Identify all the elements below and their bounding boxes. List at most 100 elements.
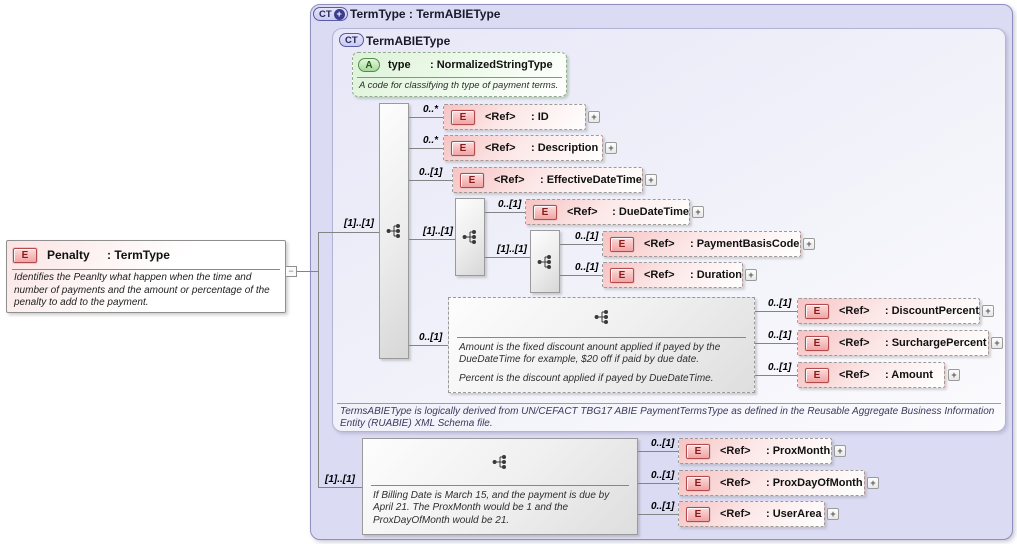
connector-line: [318, 487, 362, 488]
element-badge-icon: E: [805, 367, 829, 383]
prox-doc: If Billing Date is March 15, and the pay…: [373, 489, 610, 527]
element-ref-surchargepercent[interactable]: E <Ref> : SurchargePercent: [797, 330, 989, 356]
sequence-icon: [386, 224, 400, 238]
connector-line: [409, 345, 448, 346]
expand-button[interactable]: +: [867, 477, 879, 489]
element-ref-label: <Ref>: [720, 445, 751, 457]
element-badge-icon: E: [610, 267, 634, 283]
cardinality-label: 0..*: [423, 104, 439, 115]
connector-line: [560, 275, 602, 276]
connector-line: [755, 311, 797, 312]
discount-sequence-group[interactable]: Amount is the fixed discount anount appl…: [448, 297, 755, 393]
cardinality-label: 0..[1]: [768, 362, 792, 373]
ct-badge[interactable]: CT: [339, 33, 364, 47]
element-badge-icon: E: [610, 236, 634, 252]
outer-title: TermType : TermABIEType: [350, 7, 501, 21]
expand-button[interactable]: +: [803, 238, 815, 250]
connector-line: [755, 343, 797, 344]
discount-doc-line2: Percent is the discount applied if payed…: [459, 373, 714, 385]
cardinality-label: 0..[1]: [651, 501, 675, 512]
connector-line: [560, 244, 602, 245]
element-badge-icon: E: [805, 303, 829, 319]
connector-line: [485, 212, 525, 213]
penalty-type: : TermType: [107, 248, 170, 262]
element-ref-label: <Ref>: [839, 337, 870, 349]
element-badge-icon: E: [451, 140, 475, 156]
expand-button[interactable]: +: [827, 508, 839, 520]
schema-diagram: CT + TermType : TermABIEType CT TermABIE…: [0, 0, 1017, 544]
element-badge-icon: E: [460, 172, 484, 188]
expand-button[interactable]: +: [605, 142, 617, 154]
cardinality-label: 0..[1]: [498, 199, 522, 210]
element-ref-duedatetime[interactable]: E <Ref> : DueDateTime: [525, 199, 690, 225]
element-badge-icon: E: [686, 443, 710, 459]
expand-button[interactable]: +: [948, 369, 960, 381]
cardinality-label: [1]..[1]: [497, 244, 527, 255]
expand-button[interactable]: +: [645, 174, 657, 186]
ct-plus-badge[interactable]: CT +: [313, 7, 348, 21]
cardinality-label: [1]..[1]: [344, 218, 374, 229]
element-ref-userarea[interactable]: E <Ref> : UserArea: [678, 501, 825, 527]
element-penalty-box[interactable]: E Penalty : TermType Identifies the Pean…: [6, 240, 286, 313]
element-ref-discountpercent[interactable]: E <Ref> : DiscountPercent: [797, 298, 980, 324]
cardinality-label: 0..[1]: [651, 438, 675, 449]
sequence-compositor[interactable]: [379, 103, 409, 359]
sequence-compositor[interactable]: [455, 198, 485, 276]
element-type: : Description: [531, 142, 599, 154]
element-badge-icon: E: [686, 506, 710, 522]
element-ref-paymentbasiscode[interactable]: E <Ref> : PaymentBasisCode: [602, 231, 801, 257]
cardinality-label: [1]..[1]: [423, 226, 453, 237]
connector-line: [638, 451, 678, 452]
expand-button[interactable]: +: [982, 305, 994, 317]
cardinality-label: 0..[1]: [768, 330, 792, 341]
element-ref-label: <Ref>: [494, 174, 525, 186]
expand-button[interactable]: +: [745, 269, 757, 281]
element-ref-id[interactable]: E <Ref> : ID: [443, 104, 586, 130]
element-ref-label: <Ref>: [567, 206, 598, 218]
cardinality-label: 0..[1]: [419, 332, 443, 343]
connector-line: [485, 257, 530, 258]
expand-button[interactable]: +: [991, 337, 1003, 349]
sequence-compositor[interactable]: [530, 230, 560, 293]
element-type: : ProxDayOfMonth: [766, 477, 863, 489]
element-ref-description[interactable]: E <Ref> : Description: [443, 135, 603, 161]
element-badge-icon: E: [13, 247, 37, 263]
sequence-icon: [492, 454, 506, 469]
cardinality-label: 0..[1]: [419, 167, 443, 178]
element-badge-icon: E: [451, 109, 475, 125]
sequence-icon: [594, 310, 608, 325]
element-ref-effectivedatetime[interactable]: E <Ref> : EffectiveDateTime: [452, 167, 643, 193]
element-ref-amount[interactable]: E <Ref> : Amount: [797, 362, 945, 388]
element-type: : ProxMonth: [766, 445, 831, 457]
prox-sequence-group[interactable]: If Billing Date is March 15, and the pay…: [362, 438, 638, 535]
connector-line: [318, 232, 319, 488]
connector-line: [409, 117, 443, 118]
element-ref-proxdayofmonth[interactable]: E <Ref> : ProxDayOfMonth: [678, 470, 865, 496]
element-ref-label: <Ref>: [485, 142, 516, 154]
element-type: : PaymentBasisCode: [690, 238, 800, 250]
element-ref-label: <Ref>: [839, 369, 870, 381]
element-type: : Amount: [885, 369, 933, 381]
divider: [337, 403, 1001, 404]
cardinality-label: 0..[1]: [768, 298, 792, 309]
connector-line: [638, 483, 678, 484]
connector-line: [638, 514, 678, 515]
element-ref-proxmonth[interactable]: E <Ref> : ProxMonth: [678, 438, 832, 464]
element-ref-duration[interactable]: E <Ref> : Duration: [602, 262, 743, 288]
inner-footer-doc: TermsABIEType is logically derived from …: [340, 406, 995, 430]
sequence-icon: [537, 254, 551, 269]
expand-button[interactable]: +: [588, 111, 600, 123]
collapse-toggle[interactable]: −: [285, 266, 297, 277]
element-ref-label: <Ref>: [720, 508, 751, 520]
expand-button[interactable]: +: [692, 206, 704, 218]
connector-line: [409, 148, 443, 149]
element-ref-label: <Ref>: [720, 477, 751, 489]
element-badge-icon: E: [805, 335, 829, 351]
connector-line: [409, 180, 452, 181]
expand-button[interactable]: +: [834, 445, 846, 457]
attribute-type-box[interactable]: A type : NormalizedStringType A code for…: [352, 52, 567, 97]
penalty-doc: Identifies the Peanlty what happen when …: [14, 272, 270, 308]
element-type: : ID: [531, 111, 549, 123]
connector-line: [755, 375, 797, 376]
element-badge-icon: E: [686, 475, 710, 491]
